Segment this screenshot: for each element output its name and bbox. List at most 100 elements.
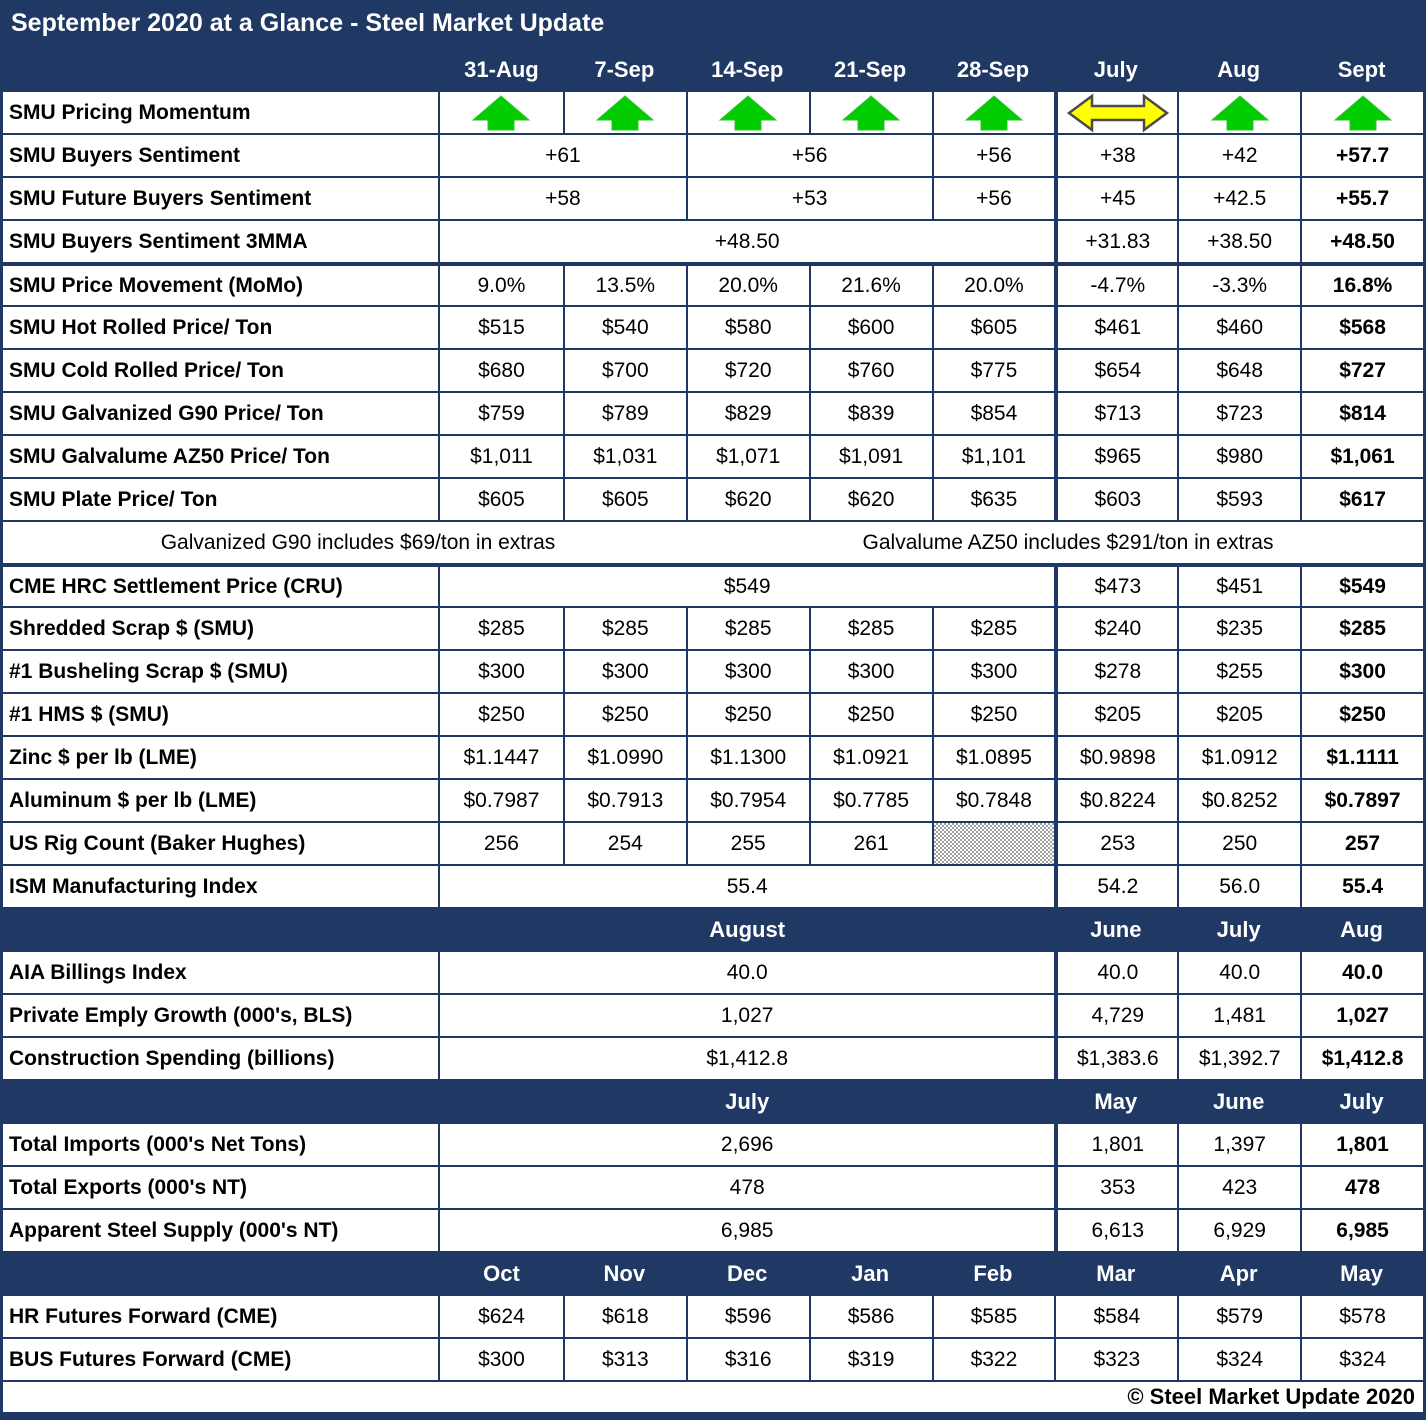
cell: +31.83	[1054, 221, 1177, 262]
cell: $1.0990	[563, 737, 686, 778]
table-row: AIA Billings Index40.040.040.040.0	[3, 950, 1423, 993]
cell: $324	[1177, 1339, 1300, 1380]
copyright: © Steel Market Update 2020	[3, 1380, 1423, 1412]
table-row: SMU Plate Price/ Ton$605$605$620$620$635…	[3, 477, 1423, 520]
cell: $300	[563, 651, 686, 692]
column-header: July	[1054, 49, 1177, 90]
table-row: US Rig Count (Baker Hughes)2562542552612…	[3, 821, 1423, 864]
row-label: Construction Spending (billions)	[3, 1038, 440, 1079]
cell: 20.0%	[932, 266, 1055, 305]
up-arrow-icon	[1332, 95, 1394, 131]
cell: $603	[1054, 479, 1177, 520]
cell: $723	[1177, 393, 1300, 434]
cell: $313	[563, 1339, 686, 1380]
up-arrow-icon	[840, 95, 902, 131]
cell: $568	[1300, 307, 1423, 348]
cell: +53	[686, 178, 932, 219]
cell: +48.50	[440, 221, 1054, 262]
cell: 478	[1300, 1167, 1423, 1208]
momentum-cell	[1300, 92, 1423, 133]
row-label: SMU Buyers Sentiment	[3, 135, 440, 176]
cell: 1,801	[1054, 1124, 1177, 1165]
cell: $1.1111	[1300, 737, 1423, 778]
section-column-header: Oct	[440, 1253, 563, 1294]
column-header: 7-Sep	[563, 49, 686, 90]
cell: $549	[440, 567, 1054, 606]
cell: 261	[809, 823, 932, 864]
cell: 20.0%	[686, 266, 809, 305]
section-column-header: July	[1300, 1081, 1423, 1122]
cell: $285	[686, 608, 809, 649]
momentum-cell	[440, 92, 563, 133]
cell: $285	[809, 608, 932, 649]
cell: +56	[686, 135, 932, 176]
cell: 4,729	[1054, 995, 1177, 1036]
cell: $0.7954	[686, 780, 809, 821]
cell: $250	[1300, 694, 1423, 735]
cell: 54.2	[1054, 866, 1177, 907]
table-row: #1 HMS $ (SMU)$250$250$250$250$250$205$2…	[3, 692, 1423, 735]
cell: 56.0	[1177, 866, 1300, 907]
left-right-arrow-icon	[1066, 93, 1170, 133]
row-label: Apparent Steel Supply (000's NT)	[3, 1210, 440, 1251]
cell: $654	[1054, 350, 1177, 391]
momentum-cell	[932, 92, 1055, 133]
cell: $580	[686, 307, 809, 348]
row-label: AIA Billings Index	[3, 952, 440, 993]
table-row: Private Emply Growth (000's, BLS)1,0274,…	[3, 993, 1423, 1036]
cell: $255	[1177, 651, 1300, 692]
cell: +57.7	[1300, 135, 1423, 176]
up-arrow-icon	[470, 95, 532, 131]
cell: $240	[1054, 608, 1177, 649]
table-row: Apparent Steel Supply (000's NT)6,9856,6…	[3, 1208, 1423, 1251]
cell: $0.7785	[809, 780, 932, 821]
row-label: SMU Future Buyers Sentiment	[3, 178, 440, 219]
row-label: #1 HMS $ (SMU)	[3, 694, 440, 735]
table-row: SMU Buyers Sentiment 3MMA+48.50+31.83+38…	[3, 219, 1423, 262]
cell: $461	[1054, 307, 1177, 348]
cell: $1,061	[1300, 436, 1423, 477]
cell: +48.50	[1300, 221, 1423, 262]
up-arrow-icon	[594, 95, 656, 131]
cell: +42.5	[1177, 178, 1300, 219]
up-arrow-icon	[1209, 95, 1271, 131]
table-row: SMU Pricing Momentum	[3, 90, 1423, 133]
cell: $775	[932, 350, 1055, 391]
cell: $620	[686, 479, 809, 520]
header-spacer	[3, 49, 440, 90]
cell: -4.7%	[1054, 266, 1177, 305]
cell: $727	[1300, 350, 1423, 391]
table-row: #1 Busheling Scrap $ (SMU)$300$300$300$3…	[3, 649, 1423, 692]
cell: 21.6%	[809, 266, 932, 305]
row-label: Zinc $ per lb (LME)	[3, 737, 440, 778]
section-column-header: Aug	[1300, 909, 1423, 950]
cell: $250	[563, 694, 686, 735]
cell: +38	[1054, 135, 1177, 176]
cell: 1,801	[1300, 1124, 1423, 1165]
cell: 1,027	[440, 995, 1054, 1036]
cell: 250	[1177, 823, 1300, 864]
cell: $300	[932, 651, 1055, 692]
cell: $319	[809, 1339, 932, 1380]
cell: +61	[440, 135, 686, 176]
section-column-header: Dec	[686, 1253, 809, 1294]
cell: $578	[1300, 1296, 1423, 1337]
table-row: Total Imports (000's Net Tons)2,6961,801…	[3, 1122, 1423, 1165]
table-row: Aluminum $ per lb (LME)$0.7987$0.7913$0.…	[3, 778, 1423, 821]
cell: $278	[1054, 651, 1177, 692]
cell: 16.8%	[1300, 266, 1423, 305]
row-label: US Rig Count (Baker Hughes)	[3, 823, 440, 864]
momentum-cell	[563, 92, 686, 133]
cell: $1,383.6	[1054, 1038, 1177, 1079]
cell: 40.0	[440, 952, 1054, 993]
momentum-cell	[686, 92, 809, 133]
row-label	[3, 1253, 440, 1294]
table-row: SMU Galvanized G90 Price/ Ton$759$789$82…	[3, 391, 1423, 434]
section-header-row: JulyMayJuneJuly	[3, 1079, 1423, 1122]
column-header: Aug	[1177, 49, 1300, 90]
section-column-header: Feb	[932, 1253, 1055, 1294]
note-row: Galvanized G90 includes $69/ton in extra…	[3, 520, 1423, 563]
cell: $584	[1054, 1296, 1177, 1337]
column-header: 31-Aug	[440, 49, 563, 90]
section-column-header: Apr	[1177, 1253, 1300, 1294]
